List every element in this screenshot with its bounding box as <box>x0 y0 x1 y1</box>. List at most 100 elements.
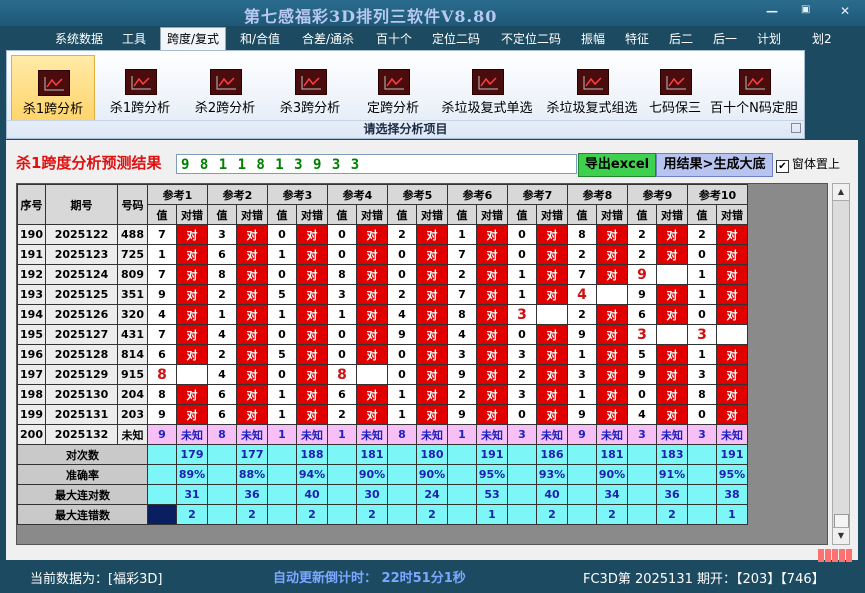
menu-plan2[interactable]: 划2 <box>812 30 832 47</box>
table-row[interactable]: 198 2025130 204 8 对 6 对 1 对 6 对 1 对 2 对 3 对 1 对 0 对 8 对 <box>17 384 748 405</box>
cell-result: 对 <box>716 384 748 405</box>
header-ref: 参考8 <box>567 184 628 205</box>
cell-result: 对 <box>596 344 628 365</box>
subheader-result: 对错 <box>656 204 688 225</box>
ribbon-launcher-icon[interactable] <box>791 123 801 133</box>
stats-value: 2 <box>296 504 328 525</box>
ribbon-button-label: 杀2跨分析 <box>194 101 256 116</box>
menu-sum[interactable]: 和/合值 <box>240 30 280 47</box>
subheader-result: 对错 <box>476 204 508 225</box>
table-row[interactable]: 192 2025124 809 7 对 8 对 0 对 8 对 0 对 2 对 1 对 7 对 9 1 对 <box>17 264 748 285</box>
table-row[interactable]: 199 2025131 203 9 对 6 对 1 对 2 对 1 对 9 对 0 对 9 对 4 对 0 对 <box>17 404 748 425</box>
cell-number: 351 <box>117 284 148 305</box>
ribbon-button-junk-single[interactable]: 杀垃圾复式单选 <box>434 55 540 119</box>
menu-nonpos-two[interactable]: 不定位二码 <box>501 30 561 47</box>
ribbon-button-kill2-span[interactable]: 杀2跨分析 <box>184 55 266 119</box>
minimize-icon[interactable]: — <box>766 4 778 18</box>
cell-value: 4 <box>567 284 597 305</box>
stats-cell <box>687 484 717 505</box>
table-row[interactable]: 195 2025127 431 7 对 4 对 0 对 0 对 9 对 4 对 0 对 9 对 3 3 <box>17 324 748 345</box>
restore-icon[interactable]: ▣ <box>801 4 810 15</box>
ribbon-button-junk-group[interactable]: 杀垃圾复式组选 <box>539 55 645 119</box>
cell-issue: 2025130 <box>45 384 118 405</box>
vertical-scrollbar[interactable]: ▲ ▼ <box>832 183 850 545</box>
cell-seq: 192 <box>17 264 46 285</box>
cell-value: 0 <box>687 304 717 325</box>
subheader-value: 值 <box>627 204 657 225</box>
menu-digits[interactable]: 百十个 <box>376 30 412 47</box>
pin-window-checkbox[interactable]: ✔ 窗体置上 <box>776 155 840 173</box>
close-icon[interactable]: ✕ <box>840 4 850 18</box>
cell-value: 1 <box>687 264 717 285</box>
menu-pos-two[interactable]: 定位二码 <box>432 30 480 47</box>
cell-result: 对 <box>416 364 448 385</box>
cell-result: 对 <box>236 224 268 245</box>
menu-diff-kill[interactable]: 合差/通杀 <box>302 30 354 47</box>
cell-value: 1 <box>447 224 477 245</box>
cell-result: 未知 <box>416 424 448 445</box>
menu-amplitude[interactable]: 振幅 <box>581 30 605 47</box>
stats-cell-selected[interactable] <box>147 504 177 525</box>
cell-value: 7 <box>147 264 177 285</box>
cell-result: 对 <box>656 404 688 425</box>
status-bar: 当前数据为：[福彩3D] 自动更新倒计时： 22时51分1秒 FC3D第 202… <box>0 562 865 593</box>
menu-back-one[interactable]: 后一 <box>713 30 737 47</box>
cell-value: 2 <box>387 224 417 245</box>
cell-value: 6 <box>627 304 657 325</box>
stats-cell <box>447 464 477 485</box>
cell-issue: 2025126 <box>45 304 118 325</box>
table-row[interactable]: 191 2025123 725 1 对 6 对 1 对 0 对 0 对 7 对 0 对 2 对 2 对 0 对 <box>17 244 748 265</box>
scroll-up-icon[interactable]: ▲ <box>833 184 849 201</box>
scroll-down-icon[interactable]: ▼ <box>833 527 849 544</box>
cell-value: 0 <box>267 364 297 385</box>
table-row[interactable]: 196 2025128 814 6 对 2 对 5 对 0 对 0 对 3 对 3 对 1 对 5 对 1 对 <box>17 344 748 365</box>
table-row[interactable]: 194 2025126 320 4 对 1 对 1 对 1 对 4 对 8 对 3 2 对 6 对 0 对 <box>17 304 748 325</box>
cell-value: 0 <box>267 224 297 245</box>
cell-value: 8 <box>387 424 417 445</box>
ribbon-button-kill1-span-selected[interactable]: 杀1跨分析 <box>11 55 95 121</box>
stats-value: 34 <box>596 484 628 505</box>
cell-result: 对 <box>236 384 268 405</box>
cell-value: 0 <box>507 324 537 345</box>
ribbon-button-seven-code[interactable]: 七码保三 <box>643 55 707 119</box>
cell-result: 对 <box>176 324 208 345</box>
menu-system-data[interactable]: 系统数据 <box>55 30 103 47</box>
header-issue: 期号 <box>45 184 118 225</box>
checkbox-icon[interactable]: ✔ <box>776 160 789 173</box>
menu-back-two[interactable]: 后二 <box>669 30 693 47</box>
cell-result: 未知 <box>656 424 688 445</box>
cell-seq: 194 <box>17 304 46 325</box>
cell-value: 8 <box>147 364 177 385</box>
ribbon-button-kill3-span[interactable]: 杀3跨分析 <box>269 55 351 119</box>
export-excel-button[interactable]: 导出excel <box>578 153 656 177</box>
ribbon-button-kill1-span[interactable]: 杀1跨分析 <box>99 55 181 119</box>
cell-issue: 2025127 <box>45 324 118 345</box>
cell-value: 1 <box>267 244 297 265</box>
cell-result: 对 <box>476 284 508 305</box>
table-row-pending[interactable]: 200 2025132 未知 9 未知 8 未知 1 未知 1 未知 8 未知 1 未知 3 未知 9 未知 3 未知 3… <box>17 424 748 445</box>
cell-value: 4 <box>147 304 177 325</box>
table-row[interactable]: 193 2025125 351 9 对 2 对 5 对 3 对 2 对 7 对 1 对 4 9 对 1 对 <box>17 284 748 305</box>
header-ref: 参考3 <box>267 184 328 205</box>
cell-result: 未知 <box>236 424 268 445</box>
stats-label: 最大连对数 <box>17 484 148 505</box>
menu-plan[interactable]: 计划 <box>757 30 781 47</box>
table-row[interactable]: 197 2025129 915 8 4 对 0 对 8 0 对 9 对 2 对 3 对 9 对 3 对 <box>17 364 748 385</box>
stats-value: 95% <box>716 464 748 485</box>
chart-icon <box>295 69 327 95</box>
menu-span-compound[interactable]: 跨度/复式 <box>160 27 227 51</box>
cell-result <box>176 364 208 385</box>
ribbon-button-n-code-gall[interactable]: 百十个N码定胆 <box>708 55 800 119</box>
cell-value: 8 <box>207 424 237 445</box>
cell-value: 5 <box>267 284 297 305</box>
table-row[interactable]: 190 2025122 488 7 对 3 对 0 对 0 对 2 对 1 对 0 对 8 对 2 对 2 对 <box>17 224 748 245</box>
stats-value: 38 <box>716 484 748 505</box>
menu-feature[interactable]: 特征 <box>625 30 649 47</box>
cell-result <box>716 324 748 345</box>
generate-base-button[interactable]: 用结果>生成大底 <box>656 153 773 177</box>
menu-tools[interactable]: 工具 <box>122 30 146 47</box>
result-field[interactable]: 9 8 1 1 8 1 3 9 3 3 <box>176 154 577 174</box>
ribbon-button-fixed-span[interactable]: 定跨分析 <box>353 55 433 119</box>
pin-window-label: 窗体置上 <box>792 157 841 171</box>
stats-cell <box>207 504 237 525</box>
